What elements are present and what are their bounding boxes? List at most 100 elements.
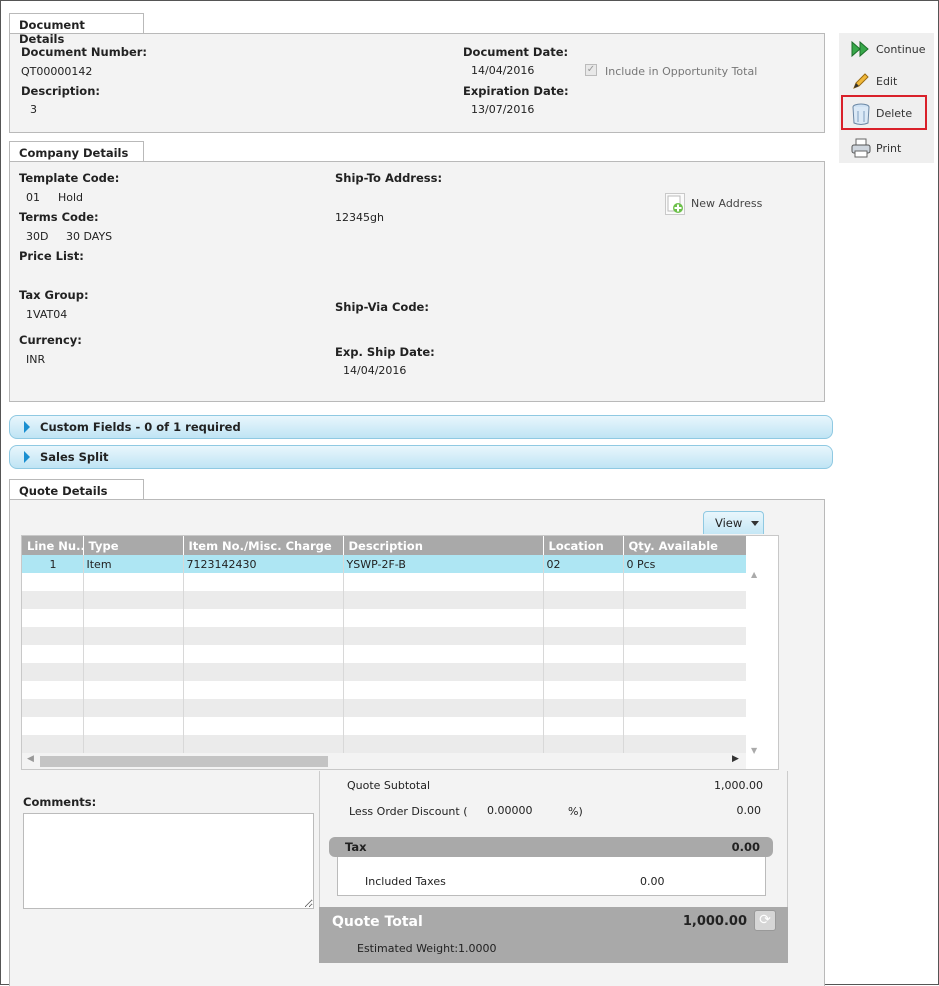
column-header[interactable]: Qty. Available <box>623 536 747 555</box>
line-number-cell: 1 <box>22 555 84 573</box>
quote-total-bar: Quote Total 1,000.00 ⟳ Estimated Weight:… <box>319 907 788 963</box>
location-cell: 02 <box>543 555 624 573</box>
new-address-icon[interactable] <box>665 193 685 215</box>
tax-label: Tax <box>345 840 367 854</box>
template-code-label: Template Code: <box>19 171 120 185</box>
table-row <box>22 663 747 681</box>
column-header[interactable]: Type <box>83 536 184 555</box>
view-dropdown-button[interactable]: View <box>703 511 764 534</box>
quote-lines-table: Line Nu.. Type Item No./Misc. Charge Des… <box>22 536 747 753</box>
column-header[interactable]: Description <box>343 536 544 555</box>
included-taxes-value: 0.00 <box>640 875 665 888</box>
discount-label: Less Order Discount ( <box>349 805 468 818</box>
print-label: Print <box>876 141 902 155</box>
terms-code-label: Terms Code: <box>19 210 99 224</box>
document-date-label: Document Date: <box>463 45 569 59</box>
table-row <box>22 573 747 591</box>
document-number-value: QT00000142 <box>21 65 93 78</box>
column-header[interactable]: Line Nu.. <box>22 536 84 555</box>
type-cell: Item <box>83 555 184 573</box>
delete-label: Delete <box>876 106 913 120</box>
tax-group-value: 1VAT04 <box>26 308 68 321</box>
tab-quote-details: Quote Details <box>9 479 144 499</box>
terms-code-value: 30D <box>26 230 49 243</box>
document-number-label: Document Number: <box>21 45 148 59</box>
quote-total-label: Quote Total <box>332 914 423 930</box>
table-row[interactable]: 1 Item 7123142430 YSWP-2F-B 02 0 Pcs <box>22 555 747 573</box>
custom-fields-label: Custom Fields - 0 of 1 required <box>40 420 241 434</box>
table-row <box>22 645 747 663</box>
tax-group-label: Tax Group: <box>19 288 89 302</box>
item-number-cell: 7123142430 <box>183 555 344 573</box>
column-header[interactable]: Item No./Misc. Charge <box>183 536 344 555</box>
expiration-date-value: 13/07/2016 <box>471 103 535 116</box>
table-row <box>22 681 747 699</box>
table-row <box>22 735 747 753</box>
expand-triangle-icon <box>24 421 30 433</box>
view-label: View <box>715 516 743 530</box>
table-row <box>22 699 747 717</box>
tab-document-details: Document Details <box>9 13 144 46</box>
ship-via-label: Ship-Via Code: <box>335 300 429 314</box>
included-taxes-box: Included Taxes 0.00 <box>337 857 766 896</box>
scroll-left-icon[interactable]: ◀ <box>27 754 34 764</box>
pencil-icon <box>850 70 872 92</box>
new-address-link[interactable]: New Address <box>691 197 762 210</box>
include-opportunity-checkbox[interactable]: ✓ <box>585 64 597 76</box>
continue-button[interactable]: Continue <box>850 37 930 61</box>
vertical-scrollbar[interactable]: ▲ ▼ <box>746 536 778 755</box>
expand-triangle-icon <box>24 451 30 463</box>
template-name-value: Hold <box>58 191 84 204</box>
description-label: Description: <box>21 84 100 98</box>
qty-available-cell: 0 Pcs <box>623 555 747 573</box>
custom-fields-accordion[interactable]: Custom Fields - 0 of 1 required <box>9 415 833 439</box>
scroll-down-icon[interactable]: ▼ <box>751 746 757 755</box>
horizontal-scroll-thumb[interactable] <box>40 756 328 767</box>
ship-to-value: 12345gh <box>335 211 384 224</box>
chevron-down-icon <box>751 520 760 526</box>
expiration-date-label: Expiration Date: <box>463 84 569 98</box>
sales-split-accordion[interactable]: Sales Split <box>9 445 833 469</box>
company-details-panel: Template Code: 01 Hold Terms Code: 30D 3… <box>9 161 825 402</box>
discount-percent-suffix: %) <box>568 805 583 818</box>
quote-lines-grid: Line Nu.. Type Item No./Misc. Charge Des… <box>21 535 779 770</box>
horizontal-scrollbar[interactable]: ◀ ▶ <box>22 753 746 769</box>
scroll-up-icon[interactable]: ▲ <box>751 570 757 579</box>
scroll-right-icon[interactable]: ▶ <box>732 754 739 764</box>
discount-percent-value[interactable]: 0.00000 <box>487 804 533 817</box>
table-row <box>22 591 747 609</box>
comments-textarea[interactable] <box>23 813 314 909</box>
document-date-value: 14/04/2016 <box>471 64 535 77</box>
table-row <box>22 627 747 645</box>
ship-to-label: Ship-To Address: <box>335 171 443 185</box>
table-row <box>22 609 747 627</box>
print-button[interactable]: Print <box>850 136 930 160</box>
column-header[interactable]: Location <box>543 536 624 555</box>
edit-button[interactable]: Edit <box>850 69 930 93</box>
currency-value: INR <box>26 353 46 366</box>
sales-split-label: Sales Split <box>40 450 109 464</box>
delete-button[interactable]: Delete <box>850 101 930 125</box>
included-taxes-label: Included Taxes <box>365 875 446 888</box>
refresh-icon[interactable]: ⟳ <box>754 910 776 931</box>
estimated-weight-value: 1.0000 <box>458 942 497 955</box>
tax-bar[interactable]: Tax 0.00 <box>329 837 773 857</box>
tax-value: 0.00 <box>731 840 760 854</box>
exp-ship-date-label: Exp. Ship Date: <box>335 345 435 359</box>
table-row <box>22 717 747 735</box>
comments-label: Comments: <box>23 795 97 809</box>
edit-label: Edit <box>876 74 898 88</box>
terms-name-value: 30 DAYS <box>66 230 113 243</box>
printer-icon <box>850 137 872 159</box>
fast-forward-icon <box>850 38 872 60</box>
currency-label: Currency: <box>19 333 82 347</box>
description-value: 3 <box>30 103 37 116</box>
grid-header-row: Line Nu.. Type Item No./Misc. Charge Des… <box>22 536 747 555</box>
continue-label: Continue <box>876 42 926 56</box>
estimated-weight-label: Estimated Weight: <box>357 942 459 955</box>
trash-icon <box>850 102 872 125</box>
subtotal-label: Quote Subtotal <box>347 779 431 792</box>
discount-amount-value: 0.00 <box>736 804 762 817</box>
quote-total-value: 1,000.00 <box>682 914 747 929</box>
tab-company-details: Company Details <box>9 141 144 161</box>
